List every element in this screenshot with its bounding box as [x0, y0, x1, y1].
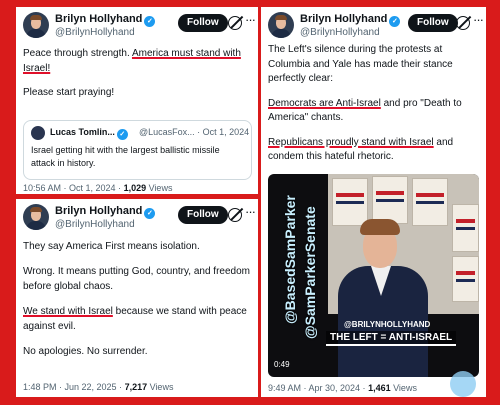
tweet-text: They say America First means isolation. …	[23, 239, 252, 369]
author-name[interactable]: Brilyn Hollyhand ✓	[55, 13, 156, 27]
more-options-icon[interactable]: ···	[473, 12, 484, 27]
video-overlay-caption: THE LEFT = ANTI-ISRAEL	[326, 331, 457, 346]
tweet-paragraph: They say America First means isolation.	[23, 241, 200, 252]
tweet-text: The Left's silence during the protests a…	[268, 43, 480, 175]
tweet-meta: 9:49 AM · Apr 30, 2024 · 1,461 Views	[268, 383, 417, 393]
quoted-text: Israel getting hit with the largest ball…	[31, 145, 220, 168]
speaker-hair	[360, 219, 400, 235]
floating-action-button[interactable]	[450, 371, 476, 397]
video-overlay-handle: @BRILYNHOLLYHAND	[344, 320, 431, 329]
quoted-tweet[interactable]: Lucas Tomlin... ✓ @LucasFox... · Oct 1, 2…	[23, 120, 252, 180]
author-name[interactable]: Brilyn Hollyhand ✓	[300, 13, 401, 27]
tweet-header: Brilyn Hollyhand ✓ @BrilynHollyhand Follo…	[23, 12, 256, 42]
tweet-meta: 10:56 AM · Oct 1, 2024 · 1,029 Views	[23, 183, 173, 193]
watermark-label: @BasedSamParker	[282, 195, 298, 324]
avatar[interactable]	[268, 12, 294, 38]
follow-button[interactable]: Follow	[178, 14, 228, 32]
tweet-paragraph: No apologies. No surrender.	[23, 346, 148, 357]
follow-button[interactable]: Follow	[408, 14, 458, 32]
verified-badge-icon: ✓	[144, 16, 156, 27]
more-options-icon[interactable]: ···	[245, 12, 256, 27]
tweet-card-peace-through-strength[interactable]: Brilyn Hollyhand ✓ @BrilynHollyhand Follo…	[16, 7, 258, 194]
tweet-paragraph: Please start praying!	[23, 87, 115, 98]
verified-badge-icon: ✓	[389, 16, 401, 27]
tweet-paragraph: The Left's silence during the protests a…	[268, 44, 453, 84]
avatar[interactable]	[23, 204, 49, 230]
underlined-phrase: Democrats are Anti-Israel	[268, 97, 381, 109]
underlined-phrase: Republicans proudly stand with Israel	[268, 136, 434, 148]
tweet-meta: 1:48 PM · Jun 22, 2025 · 7,217 Views	[23, 382, 174, 392]
more-options-icon[interactable]: ···	[245, 204, 256, 219]
grok-icon[interactable]	[228, 16, 242, 30]
tweet-header: Brilyn Hollyhand ✓ @BrilynHollyhand Follo…	[23, 204, 256, 234]
author-handle[interactable]: @BrilynHollyhand	[300, 27, 380, 38]
quoted-author-name: Lucas Tomlin... ✓	[50, 127, 128, 140]
author-handle[interactable]: @BrilynHollyhand	[55, 219, 135, 230]
tweet-paragraph: Wrong. It means putting God, country, an…	[23, 266, 250, 292]
tweet-text: Peace through strength. America must sta…	[23, 47, 252, 111]
tweet-card-america-first[interactable]: Brilyn Hollyhand ✓ @BrilynHollyhand Follo…	[16, 199, 258, 397]
quoted-avatar	[31, 126, 45, 140]
quoted-author-handle: @LucasFox... · Oct 1, 2024	[139, 127, 250, 137]
watermark-label: @SamParkerSenate	[302, 206, 318, 339]
video-player[interactable]: @BasedSamParker @SamParkerSenate @BRILYN…	[268, 174, 479, 377]
underlined-phrase: We stand with Israel	[23, 306, 113, 317]
author-handle[interactable]: @BrilynHollyhand	[55, 27, 135, 38]
author-name[interactable]: Brilyn Hollyhand ✓	[55, 205, 156, 219]
video-duration: 0:49	[274, 360, 290, 369]
grok-icon[interactable]	[228, 208, 242, 222]
avatar[interactable]	[23, 12, 49, 38]
tweet-card-the-left-silence[interactable]: Brilyn Hollyhand ✓ @BrilynHollyhand Follo…	[261, 7, 486, 397]
follow-button[interactable]: Follow	[178, 206, 228, 224]
verified-badge-icon: ✓	[144, 208, 156, 219]
verified-badge-icon: ✓	[116, 129, 128, 140]
grok-icon[interactable]	[456, 16, 470, 30]
tweet-header: Brilyn Hollyhand ✓ @BrilynHollyhand Follo…	[268, 12, 484, 42]
